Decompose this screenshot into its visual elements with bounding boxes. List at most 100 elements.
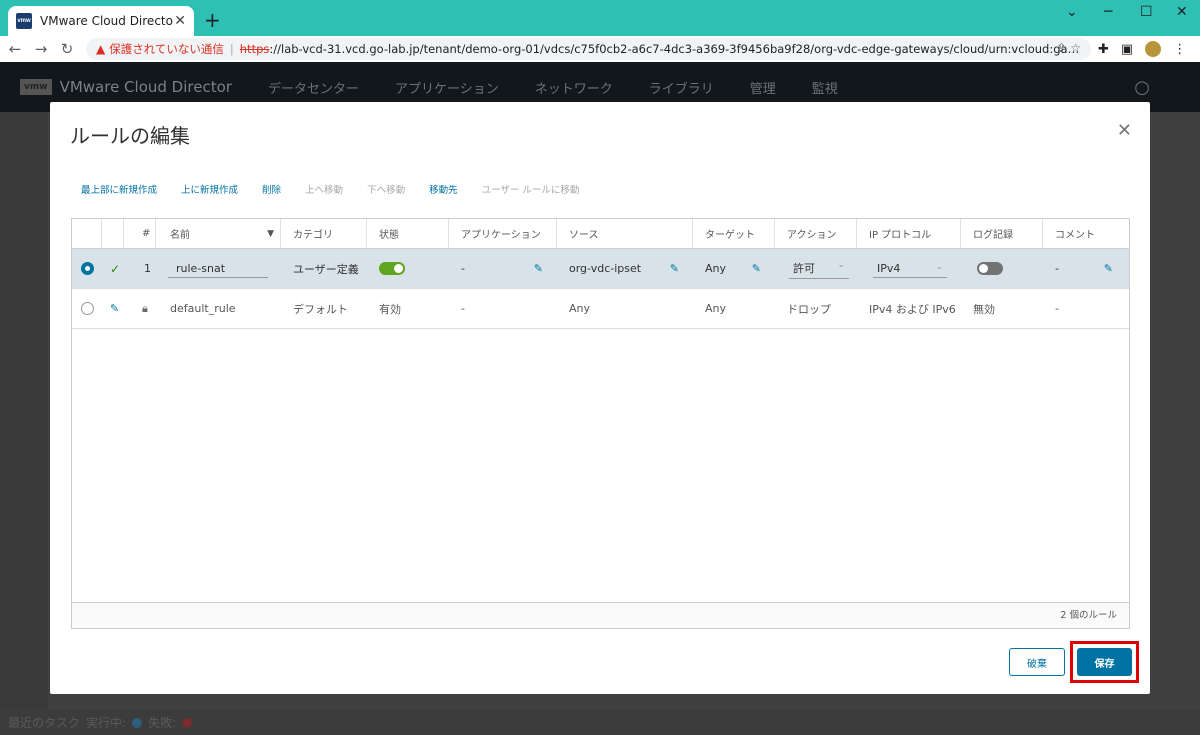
rule-name-input[interactable]: rule-snat (168, 260, 268, 278)
rule-actions-toolbar: 最上部に新規作成 上に新規作成 削除 上へ移動 下へ移動 移動先 ユーザー ルー… (81, 182, 603, 196)
column-header-state: 状態 (367, 219, 449, 248)
recent-tasks-label[interactable]: 最近のタスク (8, 714, 80, 731)
edit-column-header (102, 219, 124, 248)
insecure-label: 保護されていない通信 (109, 42, 224, 56)
table-row[interactable]: ✎ 🔒︎ default_rule デフォルト 有効 - Any Any ドロッ… (72, 289, 1129, 329)
row-ip-protocol: IPv4 および IPv6 (869, 302, 956, 316)
menu-icon[interactable]: ⋮ (1173, 42, 1186, 57)
toggle-knob (979, 264, 988, 273)
column-header-name-label: 名前 (170, 230, 190, 241)
tab-search-icon[interactable]: ⌄ (1066, 4, 1078, 20)
row-application: - (461, 302, 465, 315)
dialog-title: ルールの編集 (70, 124, 190, 148)
edit-source-pencil-icon[interactable]: ✎ (670, 262, 679, 275)
filter-icon[interactable]: ▼ (267, 229, 274, 239)
row-ip-protocol-cell: IPv4 ⌄ (857, 249, 961, 288)
nav-network[interactable]: ネットワーク (535, 78, 613, 97)
row-logging: 無効 (973, 302, 995, 316)
row-source-cell: org-vdc-ipset ✎ (557, 249, 693, 288)
column-header-name[interactable]: 名前 ▼ (156, 219, 281, 248)
ip-protocol-select-value: IPv4 (877, 261, 901, 275)
table-row[interactable]: ✓ 1 rule-snat ユーザー定義 - ✎ org-vdc-ipset ✎… (72, 249, 1129, 289)
move-to-button[interactable]: 移動先 (429, 182, 458, 196)
column-header-application: アプリケーション (449, 219, 557, 248)
move-to-user-rules-button[interactable]: ユーザー ルールに移動 (482, 182, 580, 196)
tab-close-icon[interactable]: ✕ (174, 13, 186, 29)
discard-button[interactable]: 破棄 (1009, 648, 1065, 676)
ip-protocol-select[interactable]: IPv4 ⌄ (873, 260, 947, 278)
back-icon[interactable]: ← (4, 40, 26, 58)
save-button[interactable]: 保存 (1077, 648, 1132, 676)
row-category: デフォルト (293, 302, 348, 316)
failed-count-badge (182, 717, 193, 728)
search-icon[interactable]: ○ (1134, 77, 1150, 98)
column-header-ip-protocol: IP プロトコル (857, 219, 961, 248)
column-header-num: # (124, 219, 156, 248)
row-logging-cell (961, 249, 1043, 288)
column-header-category: カテゴリ (281, 219, 367, 248)
close-icon[interactable]: ✕ (1117, 120, 1132, 141)
nav-library[interactable]: ライブラリ (649, 78, 714, 97)
browser-toolbar: ← → ↻ ▲ 保護されていない通信 | https ://lab-vcd-31… (0, 36, 1200, 62)
browser-tab[interactable]: vmw VMware Cloud Director ✕ (8, 6, 194, 36)
sidebar-backdrop (0, 112, 48, 710)
avatar[interactable] (1145, 41, 1162, 57)
row-application-cell: - ✎ (449, 249, 557, 288)
add-above-button[interactable]: 上に新規作成 (181, 182, 238, 196)
extensions-icon[interactable]: ✚ (1098, 42, 1109, 57)
edit-application-pencil-icon[interactable]: ✎ (534, 262, 543, 275)
edit-target-pencil-icon[interactable]: ✎ (752, 262, 761, 275)
tab-title: VMware Cloud Director (40, 14, 175, 28)
url-scheme: https (239, 42, 270, 56)
delete-button[interactable]: 削除 (262, 182, 281, 196)
row-num: 1 (144, 262, 151, 275)
close-window-button[interactable]: ✕ (1176, 4, 1188, 20)
row-comment: - (1055, 262, 1059, 275)
row-select-cell (72, 289, 102, 328)
rules-grid: # 名前 ▼ カテゴリ 状態 アプリケーション ソース ターゲット アクション … (71, 218, 1130, 629)
chevron-down-icon: ⌄ (837, 260, 845, 270)
column-header-source: ソース (557, 219, 693, 248)
edit-comment-pencil-icon[interactable]: ✎ (1104, 262, 1113, 275)
new-tab-button[interactable]: + (204, 8, 221, 32)
edit-rules-dialog: ルールの編集 ✕ 最上部に新規作成 上に新規作成 削除 上へ移動 下へ移動 移動… (50, 102, 1150, 694)
maximize-button[interactable]: ☐ (1140, 4, 1153, 20)
row-state: 有効 (379, 302, 401, 316)
move-down-button[interactable]: 下へ移動 (367, 182, 405, 196)
lock-icon: 🔒︎ (142, 301, 148, 315)
state-toggle[interactable] (379, 262, 405, 275)
address-bar[interactable]: ▲ 保護されていない通信 | https ://lab-vcd-31.vcd.g… (86, 38, 1091, 60)
logging-toggle[interactable] (977, 262, 1003, 275)
nav-admin[interactable]: 管理 (750, 78, 776, 97)
running-label: 実行中: (86, 716, 127, 730)
action-select[interactable]: 許可 ⌄ (789, 258, 849, 279)
move-up-button[interactable]: 上へ移動 (305, 182, 343, 196)
grid-footer-count: 2 個のルール (72, 602, 1129, 628)
reload-icon[interactable]: ↻ (56, 40, 78, 58)
row-name-cell: rule-snat (156, 249, 281, 288)
save-highlight-box: 保存 (1070, 641, 1139, 683)
row-action: ドロップ (787, 302, 831, 316)
minimize-button[interactable]: ─ (1104, 4, 1112, 20)
row-target-cell: Any ✎ (693, 249, 775, 288)
nav-applications[interactable]: アプリケーション (395, 78, 499, 97)
separator: | (229, 42, 234, 56)
sidepanel-icon[interactable]: ▣ (1121, 42, 1133, 57)
nav-monitor[interactable]: 監視 (812, 78, 838, 97)
nav-datacenter[interactable]: データセンター (268, 78, 359, 97)
add-top-button[interactable]: 最上部に新規作成 (81, 182, 157, 196)
app-title: VMware Cloud Director (59, 78, 232, 96)
chevron-down-icon: ⌄ (935, 261, 943, 272)
row-select-cell (72, 249, 102, 288)
column-header-comment: コメント (1055, 230, 1095, 241)
row-radio[interactable] (81, 302, 94, 315)
bookmark-star-icon[interactable]: ⇪ ☆ (1056, 41, 1081, 55)
vmware-logo: vmw (20, 79, 52, 95)
row-radio[interactable] (81, 262, 94, 275)
column-header-target: ターゲット (693, 219, 775, 248)
forward-icon[interactable]: → (30, 40, 52, 58)
warning-icon: ▲ (96, 42, 106, 56)
row-comment-cell: - ✎ (1043, 249, 1129, 288)
edit-row-pencil-icon[interactable]: ✎ (110, 302, 119, 315)
browser-tab-bar: vmw VMware Cloud Director ✕ + ⌄ ─ ☐ ✕ (0, 0, 1200, 36)
